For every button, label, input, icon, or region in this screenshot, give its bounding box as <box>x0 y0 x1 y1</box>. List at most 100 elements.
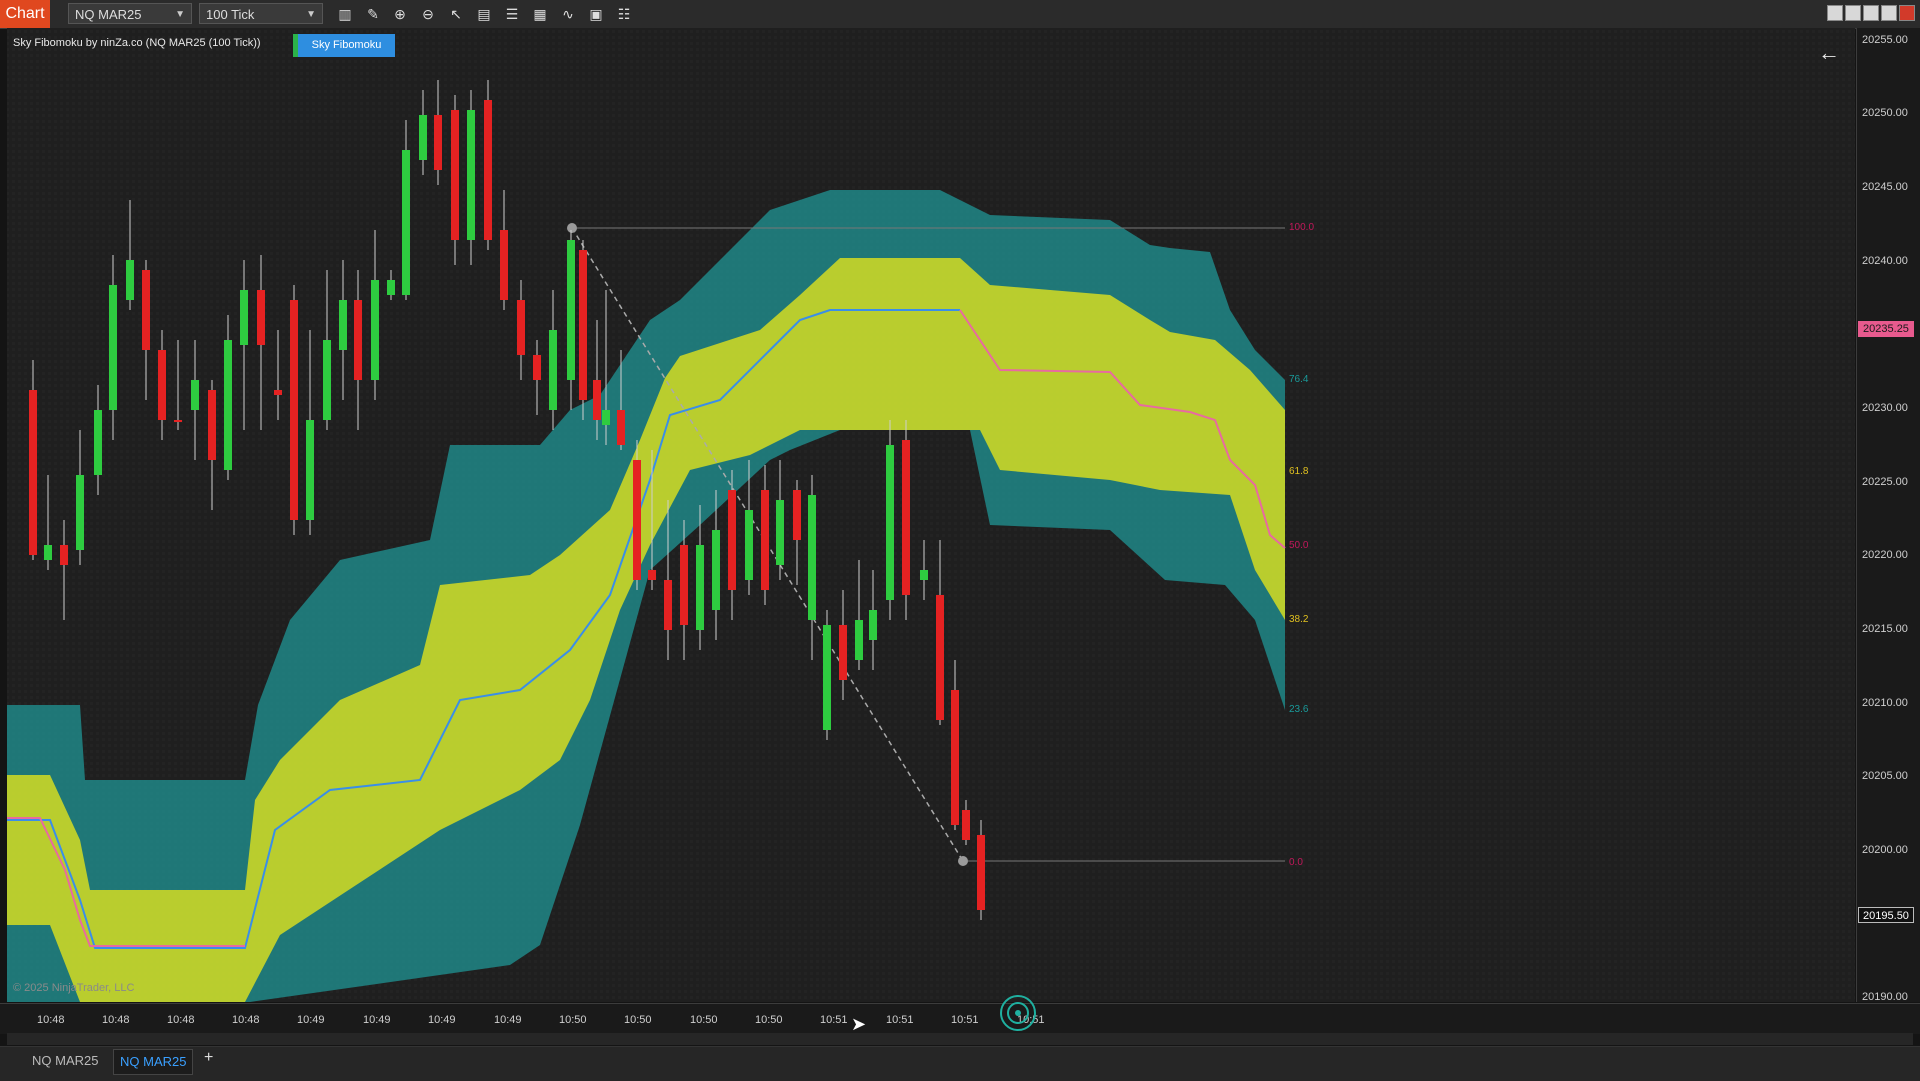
candle-body <box>142 270 150 350</box>
candle <box>579 240 587 420</box>
chart-style-icon[interactable]: ▣ <box>587 5 605 23</box>
candle-body <box>467 110 475 240</box>
window-maximize-icon[interactable] <box>1863 5 1879 21</box>
candle-body <box>533 355 541 380</box>
interval-value: 100 Tick <box>206 7 255 22</box>
price-tick: 20215.00 <box>1862 623 1908 635</box>
chart-panel[interactable] <box>7 28 1855 1002</box>
candle-body <box>633 460 641 580</box>
candle-body <box>109 285 117 410</box>
chevron-down-icon: ▼ <box>306 9 316 20</box>
price-tick: 20210.00 <box>1862 697 1908 709</box>
toolbar: Chart NQ MAR25 ▼ 100 Tick ▼ ▥ ✎ ⊕ ⊖ ↖ ▤ … <box>0 0 1920 29</box>
data-box-icon[interactable]: ▤ <box>475 5 493 23</box>
time-tick: 10:51 <box>820 1014 848 1026</box>
fib-label-23: 23.6 <box>1289 704 1309 715</box>
last-price-marker: 20195.50 <box>1858 907 1914 923</box>
tab-nq-mar25-2[interactable]: NQ MAR25 <box>113 1049 194 1075</box>
strategy-icon[interactable]: ▦ <box>531 5 549 23</box>
mouse-cursor-icon: ➤ <box>851 1014 867 1034</box>
candle-body <box>419 115 427 160</box>
add-tab-button[interactable]: + <box>204 1049 213 1067</box>
candle-body <box>339 300 347 350</box>
candle-body <box>745 510 753 580</box>
fib-anchor-top <box>567 223 577 233</box>
candle-body <box>191 380 199 410</box>
indicators-icon[interactable]: ∿ <box>559 5 577 23</box>
candle-body <box>823 625 831 730</box>
candle-body <box>761 490 769 590</box>
time-tick: 10:50 <box>690 1014 718 1026</box>
candle-body <box>354 300 362 380</box>
fib-label-38: 38.2 <box>1289 614 1309 625</box>
fib-label-76: 76.4 <box>1289 374 1309 385</box>
fib-label-0: 0.0 <box>1289 857 1303 868</box>
time-tick: 10:49 <box>363 1014 391 1026</box>
candle <box>633 440 641 590</box>
candle-body <box>839 625 847 680</box>
candle-body <box>593 380 601 420</box>
candle <box>467 90 475 265</box>
fib-anchor-bottom <box>958 856 968 866</box>
time-tick: 10:48 <box>102 1014 130 1026</box>
time-tick: 10:51 <box>951 1014 979 1026</box>
tab-nq-mar25-1[interactable]: NQ MAR25 <box>26 1049 104 1073</box>
candle-body <box>387 280 395 295</box>
horizontal-scrollbar[interactable] <box>7 1033 1913 1045</box>
candle-body <box>680 545 688 625</box>
candle <box>977 820 985 920</box>
price-tick: 20220.00 <box>1862 549 1908 561</box>
zoom-in-icon[interactable]: ⊕ <box>391 5 409 23</box>
pointer-icon[interactable]: ↖ <box>447 5 465 23</box>
candle-body <box>902 440 910 595</box>
candle-body <box>274 390 282 395</box>
candle-body <box>886 445 894 600</box>
candle-body <box>208 390 216 460</box>
candle-body <box>648 570 656 580</box>
time-tick: 10:50 <box>755 1014 783 1026</box>
price-tick: 20205.00 <box>1862 770 1908 782</box>
candle <box>886 420 894 620</box>
bars-icon[interactable]: ▥ <box>336 5 354 23</box>
candle-body <box>371 280 379 380</box>
time-tick: 10:49 <box>297 1014 325 1026</box>
instrument-selector[interactable]: NQ MAR25 ▼ <box>68 3 192 24</box>
window-tile-icon[interactable] <box>1827 5 1843 21</box>
price-tick: 20230.00 <box>1862 402 1908 414</box>
candle <box>29 360 37 560</box>
candle-body <box>664 580 672 630</box>
candle-body <box>855 620 863 660</box>
current-price-marker: 20235.25 <box>1858 321 1914 337</box>
candle-body <box>776 500 784 565</box>
crosshair-target-icon[interactable] <box>998 993 1038 1033</box>
draw-pencil-icon[interactable]: ✎ <box>364 5 382 23</box>
chart-menu-button[interactable]: Chart <box>0 0 50 28</box>
list-icon[interactable]: ☷ <box>615 5 633 23</box>
candle-body <box>962 810 970 840</box>
interval-selector[interactable]: 100 Tick ▼ <box>199 3 323 24</box>
price-tick: 20255.00 <box>1862 34 1908 46</box>
candle-body <box>951 690 959 825</box>
back-arrow-icon[interactable]: ← <box>1818 40 1840 66</box>
candle-body <box>920 570 928 580</box>
zoom-out-icon[interactable]: ⊖ <box>419 5 437 23</box>
candle-body <box>158 350 166 420</box>
price-tick: 20240.00 <box>1862 255 1908 267</box>
chart-tab-bar <box>0 1046 1920 1081</box>
time-tick: 10:50 <box>624 1014 652 1026</box>
candle-body <box>224 340 232 470</box>
window-close-icon[interactable] <box>1899 5 1915 21</box>
window-restore-icon[interactable] <box>1881 5 1897 21</box>
properties-icon[interactable]: ☰ <box>503 5 521 23</box>
time-tick: 10:49 <box>494 1014 522 1026</box>
time-tick: 10:48 <box>167 1014 195 1026</box>
candle-body <box>290 300 298 520</box>
indicator-toggle-button[interactable]: Sky Fibomoku <box>293 34 395 57</box>
candle-body <box>549 330 557 410</box>
candle <box>290 285 298 535</box>
price-tick: 20245.00 <box>1862 181 1908 193</box>
window-minimize-icon[interactable] <box>1845 5 1861 21</box>
candle <box>451 95 459 265</box>
price-tick: 20190.00 <box>1862 991 1908 1003</box>
time-tick: 10:48 <box>232 1014 260 1026</box>
